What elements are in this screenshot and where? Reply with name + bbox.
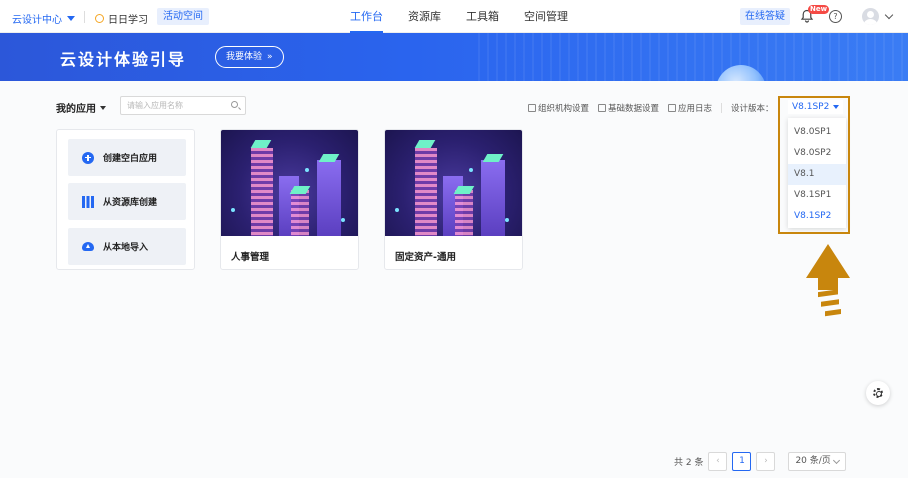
caret-down-icon	[100, 105, 106, 110]
brand-label: 云设计中心	[12, 15, 62, 26]
double-chevron-right-icon: »	[267, 52, 273, 62]
prev-page-button[interactable]: ‹	[708, 452, 728, 471]
tab-toolbox[interactable]: 工具箱	[466, 0, 499, 33]
tab-resource-library[interactable]: 资源库	[408, 0, 441, 33]
online-qa-button[interactable]: 在线答疑	[740, 8, 790, 25]
database-icon	[598, 104, 607, 112]
page-number-button[interactable]: 1	[732, 452, 752, 471]
create-blank-app-button[interactable]: 创建空白应用	[68, 139, 186, 176]
cloud-upload-icon	[82, 242, 94, 251]
search-input[interactable]	[121, 97, 225, 114]
search-icon[interactable]	[231, 101, 238, 108]
next-page-button[interactable]: ›	[756, 452, 776, 471]
app-thumbnail	[385, 130, 522, 236]
design-version-label: 设计版本：	[731, 104, 774, 114]
chevron-down-icon	[67, 16, 75, 21]
org-settings-link[interactable]: 组织机构设置	[528, 102, 589, 114]
divider	[721, 103, 723, 113]
app-thumbnail	[221, 130, 358, 236]
tab-workbench[interactable]: 工作台	[350, 0, 383, 33]
library-icon	[82, 195, 94, 208]
tab-space-management[interactable]: 空间管理	[524, 0, 568, 33]
app-log-link[interactable]: 应用日志	[668, 102, 712, 114]
create-from-library-button[interactable]: 从资源库创建	[68, 183, 186, 220]
help-icon[interactable]: ?	[829, 10, 842, 23]
daily-study-label: 日日学习	[108, 15, 148, 26]
base-data-settings-link[interactable]: 基础数据设置	[598, 102, 659, 114]
toolbar-links: 组织机构设置 基础数据设置 应用日志 设计版本：	[528, 102, 774, 114]
app-card[interactable]: 人事管理	[220, 129, 359, 270]
divider	[84, 11, 85, 23]
plus-circle-icon	[82, 151, 94, 164]
app-log-label: 应用日志	[678, 104, 713, 114]
try-experience-label: 我要体验	[226, 52, 263, 62]
app-name: 固定资产-通用	[395, 252, 456, 263]
activity-space-button[interactable]: 活动空间	[157, 8, 209, 25]
my-apps-dropdown[interactable]: 我的应用	[56, 100, 106, 115]
org-settings-label: 组织机构设置	[538, 104, 590, 114]
banner-decoration	[478, 33, 908, 81]
banner-title: 云设计体验引导	[60, 50, 187, 69]
create-app-card: 创建空白应用 从资源库创建 从本地导入	[56, 129, 195, 270]
page-size-select[interactable]: 20 条/页	[788, 452, 847, 471]
my-apps-label: 我的应用	[56, 104, 96, 115]
top-bar: 云设计中心 日日学习 活动空间 工作台 资源库 工具箱 空间管理 在线答疑 Ne…	[0, 0, 908, 33]
app-card[interactable]: 固定资产-通用	[384, 129, 523, 270]
pagination: 共 2 条 ‹ 1 › 20 条/页	[674, 452, 847, 471]
settings-button[interactable]	[866, 381, 890, 405]
guide-banner: 云设计体验引导 我要体验 »	[0, 33, 908, 81]
log-icon	[668, 104, 677, 112]
daily-study-link[interactable]: 日日学习	[95, 11, 148, 26]
base-data-settings-label: 基础数据设置	[608, 104, 660, 114]
gear-icon	[873, 388, 883, 398]
circle-icon	[95, 14, 104, 23]
try-experience-button[interactable]: 我要体验 »	[215, 46, 284, 68]
app-search	[120, 96, 246, 115]
create-from-library-label: 从资源库创建	[103, 198, 158, 208]
import-local-label: 从本地导入	[103, 243, 149, 253]
arrow-up-icon	[806, 244, 850, 317]
org-icon	[528, 104, 536, 112]
chevron-down-icon[interactable]	[884, 10, 894, 20]
create-blank-app-label: 创建空白应用	[103, 154, 158, 164]
design-center-switcher[interactable]: 云设计中心	[12, 11, 75, 26]
main-nav: 工作台 资源库 工具箱 空间管理	[350, 0, 593, 33]
import-local-button[interactable]: 从本地导入	[68, 228, 186, 265]
total-count: 共 2 条	[674, 458, 704, 468]
app-name: 人事管理	[231, 252, 270, 263]
avatar[interactable]	[862, 8, 879, 25]
new-badge: New	[808, 5, 830, 14]
annotation-highlight-box	[778, 96, 850, 234]
